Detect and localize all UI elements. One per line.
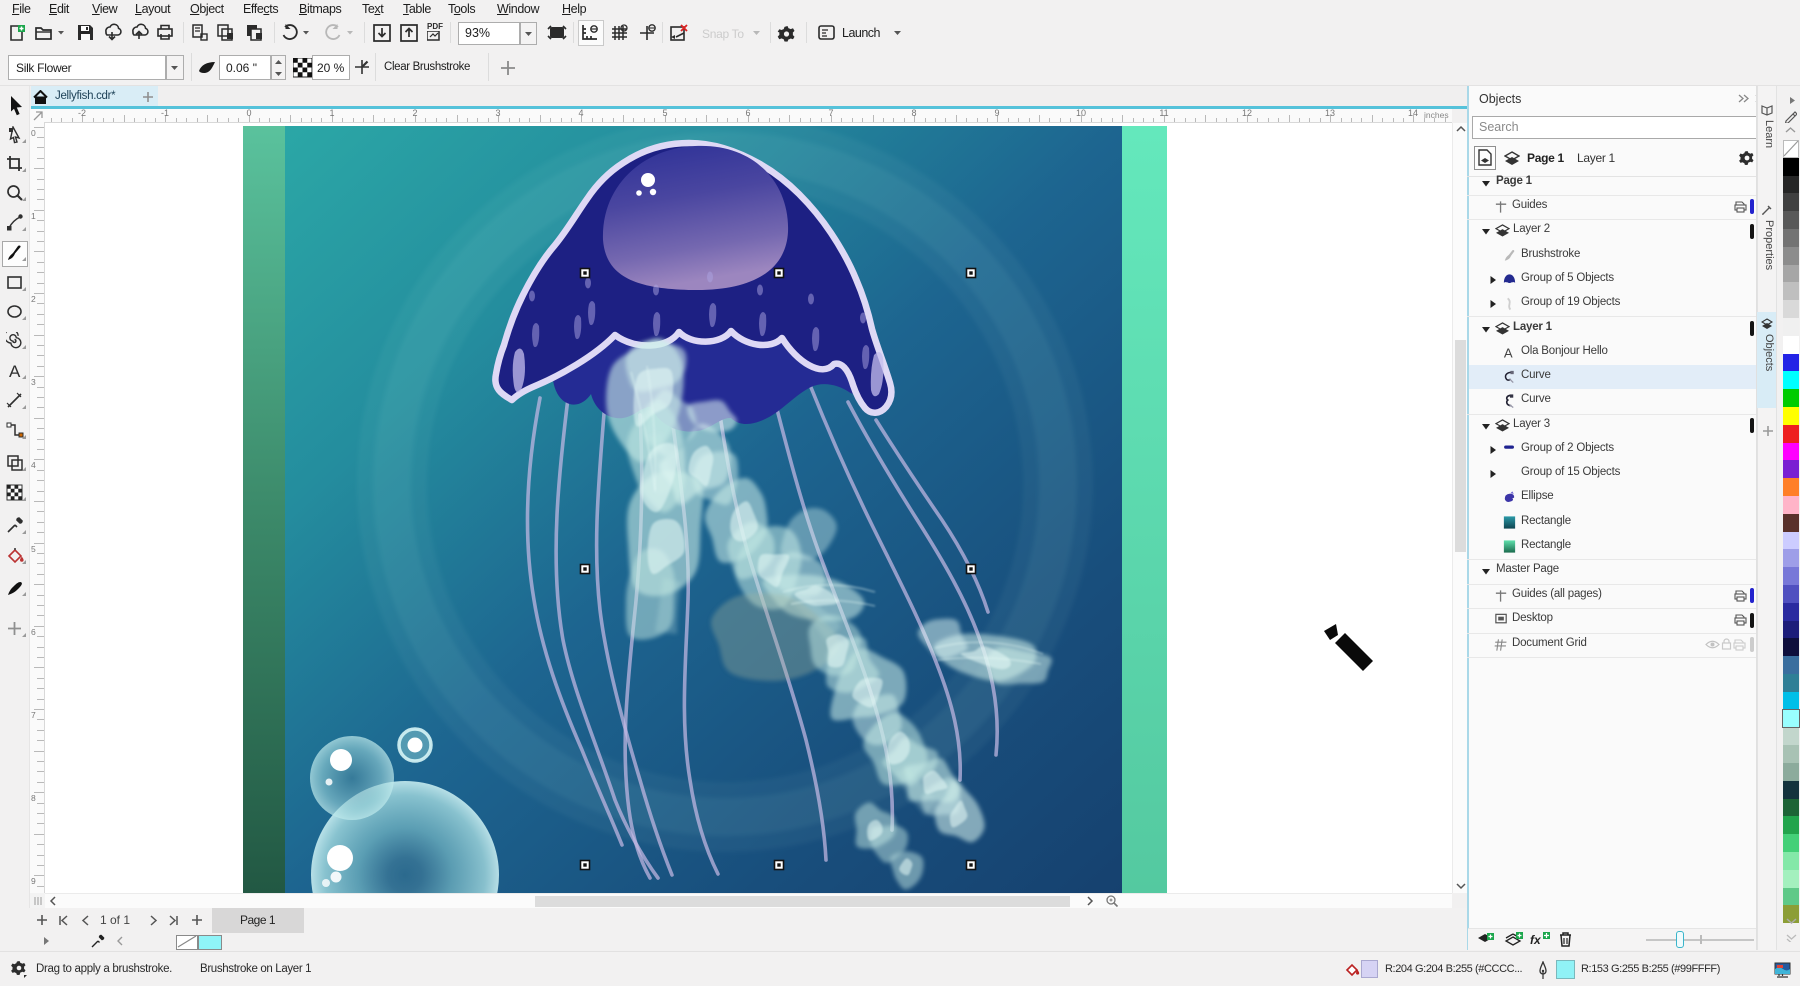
svg-text:A: A: [9, 362, 21, 380]
svg-text:A: A: [1504, 345, 1513, 359]
